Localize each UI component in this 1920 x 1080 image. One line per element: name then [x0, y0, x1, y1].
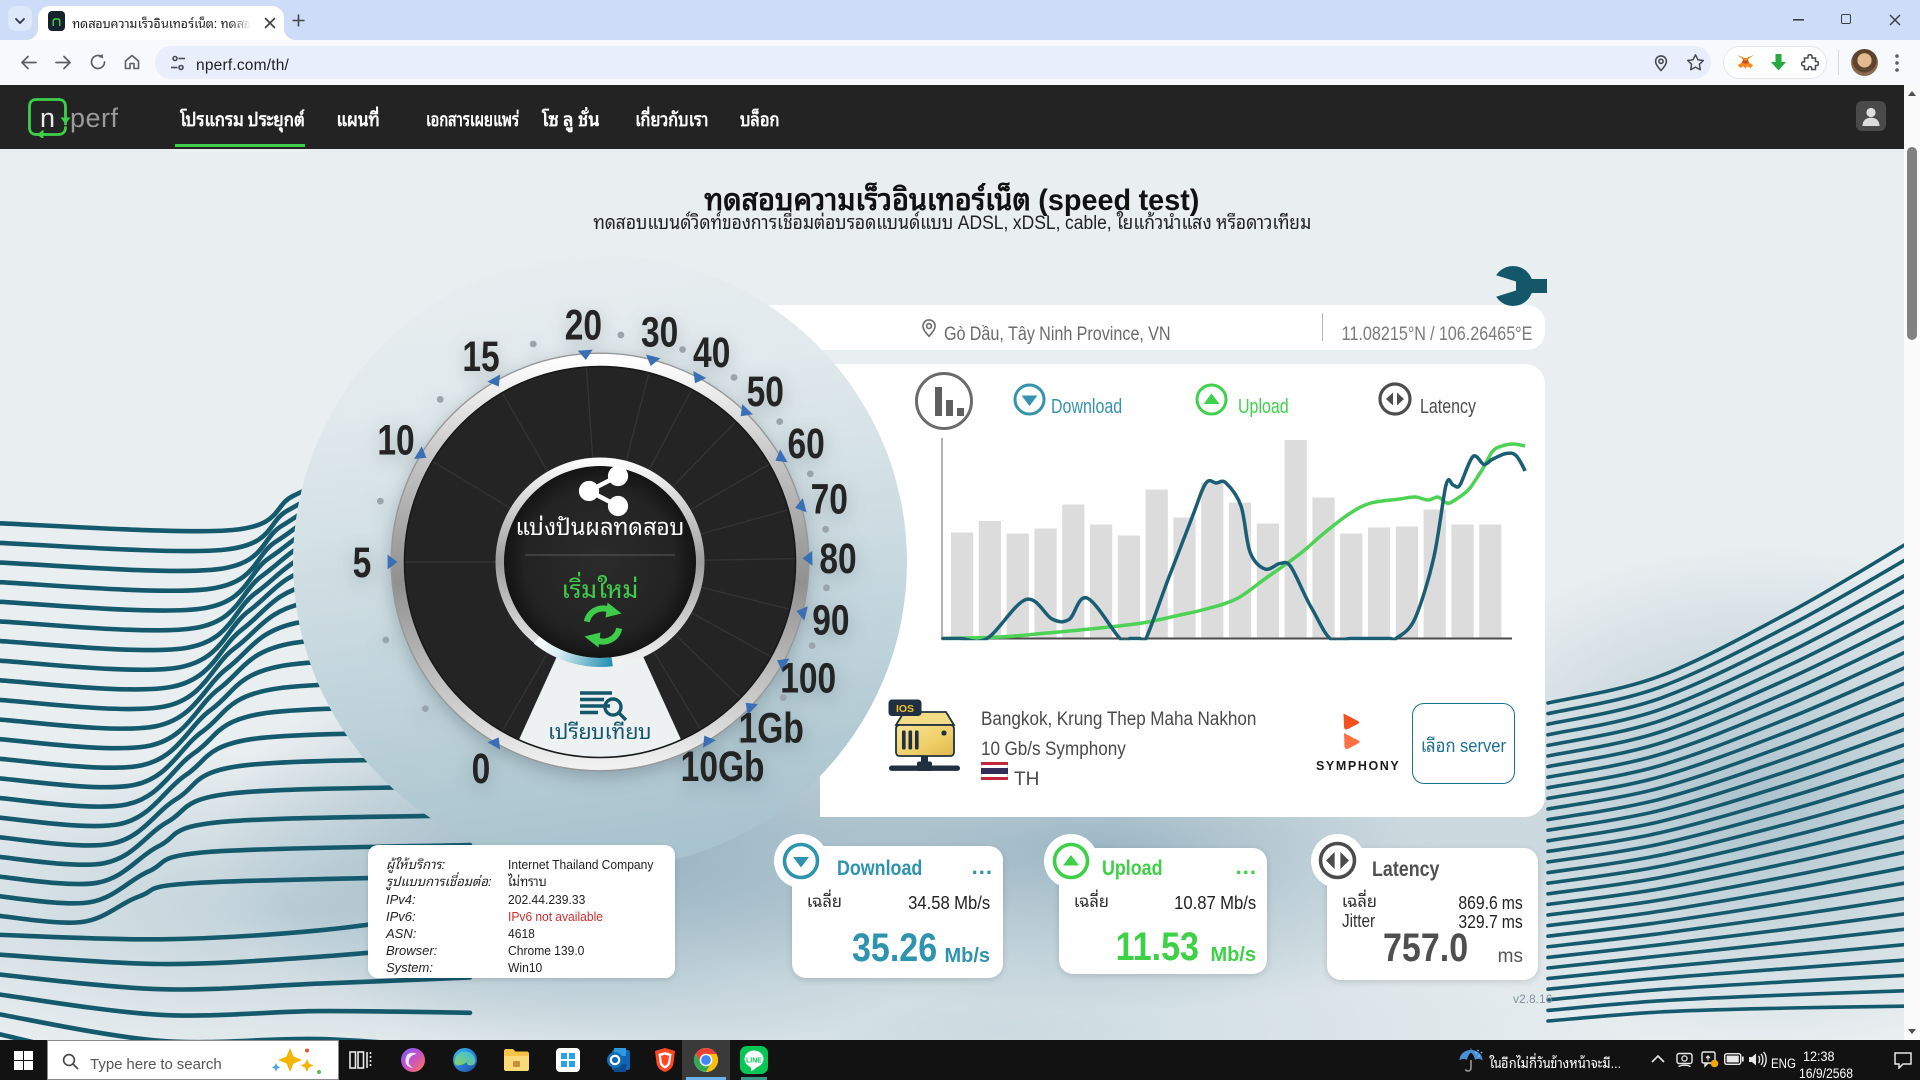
- svg-text:แบ่งปันผลทดสอบ: แบ่งปันผลทดสอบ: [515, 507, 684, 544]
- svg-text:0: 0: [472, 745, 491, 793]
- svg-text:100: 100: [780, 654, 836, 702]
- svg-text:perf: perf: [70, 103, 119, 133]
- svg-text:90: 90: [812, 597, 849, 645]
- svg-text:n: n: [40, 103, 55, 133]
- svg-text:เปรียบเทียบ: เปรียบเทียบ: [548, 714, 651, 747]
- svg-text:80: 80: [819, 535, 856, 583]
- svg-text:10Gb: 10Gb: [681, 743, 765, 791]
- svg-text:เริ่มใหม่: เริ่มใหม่: [562, 567, 639, 607]
- svg-text:LINE: LINE: [746, 1058, 762, 1065]
- svg-text:40: 40: [693, 329, 730, 377]
- svg-text:30: 30: [641, 309, 678, 357]
- svg-text:20: 20: [565, 302, 602, 350]
- svg-text:15: 15: [462, 333, 499, 381]
- svg-text:60: 60: [787, 420, 824, 468]
- svg-text:70: 70: [811, 475, 848, 523]
- svg-text:IOS: IOS: [896, 703, 914, 715]
- svg-text:5: 5: [353, 539, 372, 587]
- svg-text:10: 10: [377, 416, 414, 464]
- svg-text:50: 50: [747, 368, 784, 416]
